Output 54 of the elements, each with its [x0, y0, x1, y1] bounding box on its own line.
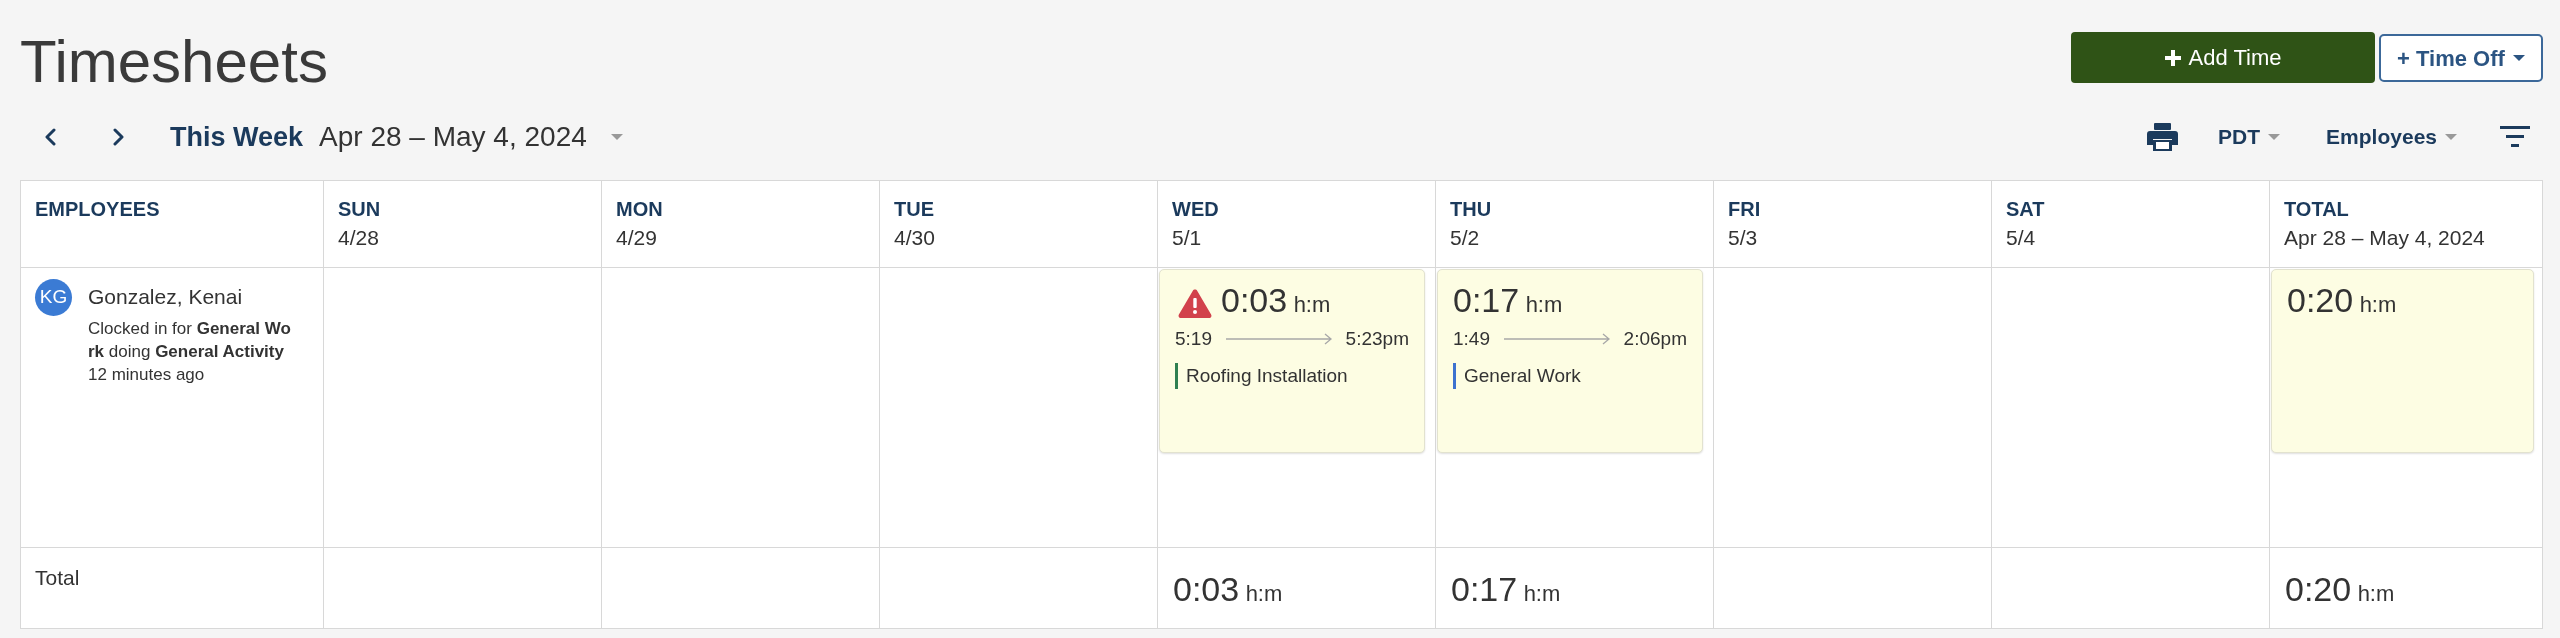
column-header: FRI: [1728, 197, 1762, 222]
column-date: Apr 28 – May 4, 2024: [2284, 225, 2486, 251]
column-date: 4/30: [894, 225, 936, 251]
column-header: SAT: [2006, 197, 2046, 222]
column-header: TUE: [894, 197, 935, 222]
duration-text: 0:17 h:m: [1453, 280, 1563, 321]
time-entry-card[interactable]: 0:03 h:m 5:19 5:23pm Roofing Installation: [1159, 269, 1425, 453]
arrow-icon: [1224, 333, 1333, 345]
page-title: Timesheets: [20, 27, 328, 97]
column-header: EMPLOYEES: [35, 197, 161, 222]
add-time-button[interactable]: Add Time: [2071, 32, 2375, 83]
dropdown-button[interactable]: PDT: [2218, 122, 2281, 152]
employee-avatar: KG: [35, 279, 72, 316]
column-header: WED: [1172, 197, 1220, 222]
caret-icon: [2268, 134, 2281, 140]
employee-name[interactable]: Gonzalez, Kenai: [88, 283, 294, 311]
column-date: 4/28: [338, 225, 380, 251]
column-header: MON: [616, 197, 664, 222]
time-off-button[interactable]: + Time Off: [2379, 34, 2543, 82]
day-total-text: 0:03 h:m: [1173, 569, 1284, 610]
job-name: Roofing Installation: [1186, 364, 1348, 388]
job-name: General Work: [1464, 364, 1581, 388]
arrow-icon: [1502, 333, 1611, 345]
date-range-dropdown[interactable]: Apr 28 – May 4, 2024: [319, 119, 623, 155]
column-date: 5/4: [2006, 225, 2037, 251]
column-date: 5/3: [1728, 225, 1759, 251]
column-header: TOTAL: [2284, 197, 2350, 222]
caret-icon: [2445, 134, 2457, 140]
duration-text: 0:03 h:m: [1221, 280, 1331, 321]
clock-time-ago: 12 minutes ago: [88, 364, 206, 386]
chevron-left-icon[interactable]: [45, 128, 56, 146]
time-entry-card[interactable]: 0:17 h:m 1:49 2:06pm General Work: [1437, 269, 1703, 453]
column-date: 5/1: [1172, 225, 1203, 251]
filter-icon[interactable]: [2500, 126, 2530, 148]
this-week-button[interactable]: This Week: [169, 118, 305, 156]
end-time: 5:23pm: [1345, 327, 1409, 351]
chevron-right-icon[interactable]: [113, 128, 124, 146]
caret-icon: [2512, 55, 2525, 61]
end-time: 2:06pm: [1623, 327, 1687, 351]
column-header: THU: [1450, 197, 1493, 222]
printer-icon[interactable]: [2147, 123, 2179, 151]
week-total-text: 0:20 h:m: [2285, 569, 2396, 610]
column-date: 4/29: [616, 225, 658, 251]
column-date: 5/2: [1450, 225, 1481, 251]
total-row-label: Total: [35, 566, 80, 589]
plus-icon: [2164, 49, 2181, 66]
duration-text: 0:20 h:m: [2287, 280, 2397, 321]
start-time: 5:19: [1175, 327, 1212, 351]
caret-icon: [610, 134, 623, 140]
column-header: SUN: [338, 197, 382, 222]
start-time: 1:49: [1453, 327, 1490, 351]
clock-status: Clocked in for General Work doing General Activity: [88, 318, 292, 363]
day-total-text: 0:17 h:m: [1451, 569, 1562, 610]
dropdown-button[interactable]: Employees: [2326, 122, 2457, 152]
